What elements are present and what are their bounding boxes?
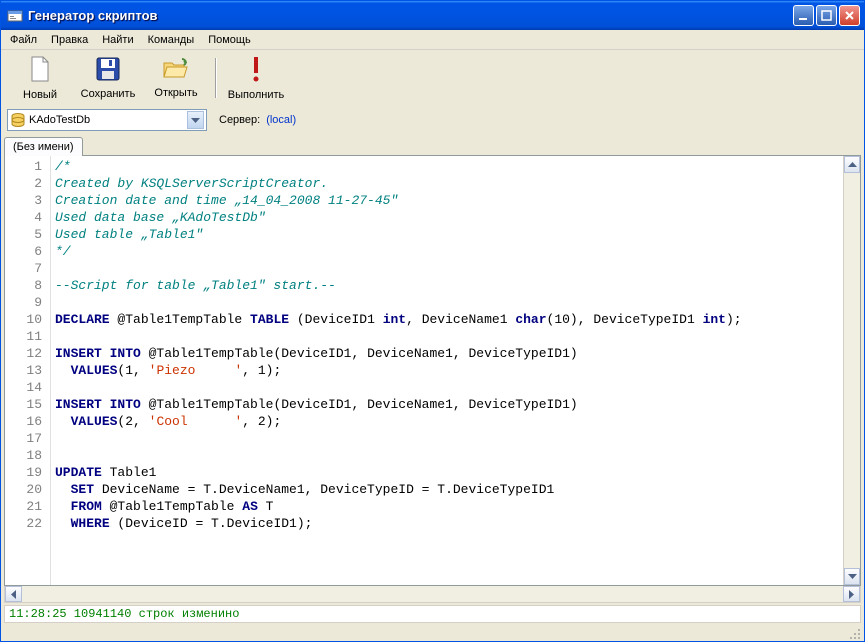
menu-bar: Файл Правка Найти Команды Помощь — [1, 30, 864, 50]
scroll-up-button[interactable] — [844, 156, 860, 173]
database-bar: Сервер: (local) — [1, 106, 864, 134]
save-button[interactable]: Сохранить — [75, 52, 141, 104]
app-icon — [7, 8, 23, 24]
new-label: Новый — [23, 89, 57, 101]
toolbar: Новый Сохранить Открыть Выполнить — [1, 50, 864, 106]
title-bar[interactable]: Генератор скриптов — [1, 1, 864, 30]
app-window: Генератор скриптов Файл Правка Найти Ком… — [0, 0, 865, 642]
status-bar: 11:28:25 10941140 строк изменино — [4, 605, 861, 623]
window-title: Генератор скриптов — [28, 8, 793, 23]
code-editor[interactable]: 12345678910111213141516171819202122 /*Cr… — [4, 155, 861, 586]
server-value: (local) — [266, 114, 296, 126]
editor-tabs: (Без имени) — [1, 136, 864, 155]
window-controls — [793, 5, 860, 26]
menu-find[interactable]: Найти — [95, 32, 140, 48]
open-button[interactable]: Открыть — [143, 52, 209, 104]
database-icon — [10, 112, 26, 128]
floppy-disk-icon — [95, 56, 121, 85]
run-label: Выполнить — [228, 89, 284, 101]
dropdown-button[interactable] — [187, 111, 204, 129]
menu-help[interactable]: Помощь — [201, 32, 258, 48]
menu-file[interactable]: Файл — [3, 32, 44, 48]
menu-edit[interactable]: Правка — [44, 32, 95, 48]
new-file-icon — [28, 55, 52, 86]
scroll-down-button[interactable] — [844, 568, 860, 585]
database-input[interactable] — [29, 111, 187, 129]
tab-untitled[interactable]: (Без имени) — [4, 137, 83, 156]
vertical-scrollbar[interactable] — [843, 156, 860, 585]
close-button[interactable] — [839, 5, 860, 26]
line-number-gutter: 12345678910111213141516171819202122 — [5, 156, 51, 585]
new-button[interactable]: Новый — [7, 52, 73, 104]
scroll-left-button[interactable] — [5, 586, 22, 602]
exclamation-icon — [251, 55, 261, 86]
folder-open-icon — [162, 57, 190, 84]
maximize-button[interactable] — [816, 5, 837, 26]
save-label: Сохранить — [81, 88, 136, 100]
database-combobox[interactable] — [7, 109, 207, 131]
scroll-track[interactable] — [844, 173, 860, 568]
run-button[interactable]: Выполнить — [223, 52, 289, 104]
code-area[interactable]: /*Created by KSQLServerScriptCreator.Cre… — [51, 156, 843, 585]
menu-commands[interactable]: Команды — [141, 32, 202, 48]
horizontal-scrollbar[interactable] — [4, 586, 861, 603]
scroll-right-button[interactable] — [843, 586, 860, 602]
server-label: Сервер: — [219, 114, 260, 126]
toolbar-separator — [215, 58, 217, 98]
scroll-track-h[interactable] — [22, 586, 843, 602]
open-label: Открыть — [154, 87, 197, 99]
resize-grip[interactable] — [848, 627, 862, 641]
minimize-button[interactable] — [793, 5, 814, 26]
bottom-strip — [1, 623, 864, 641]
